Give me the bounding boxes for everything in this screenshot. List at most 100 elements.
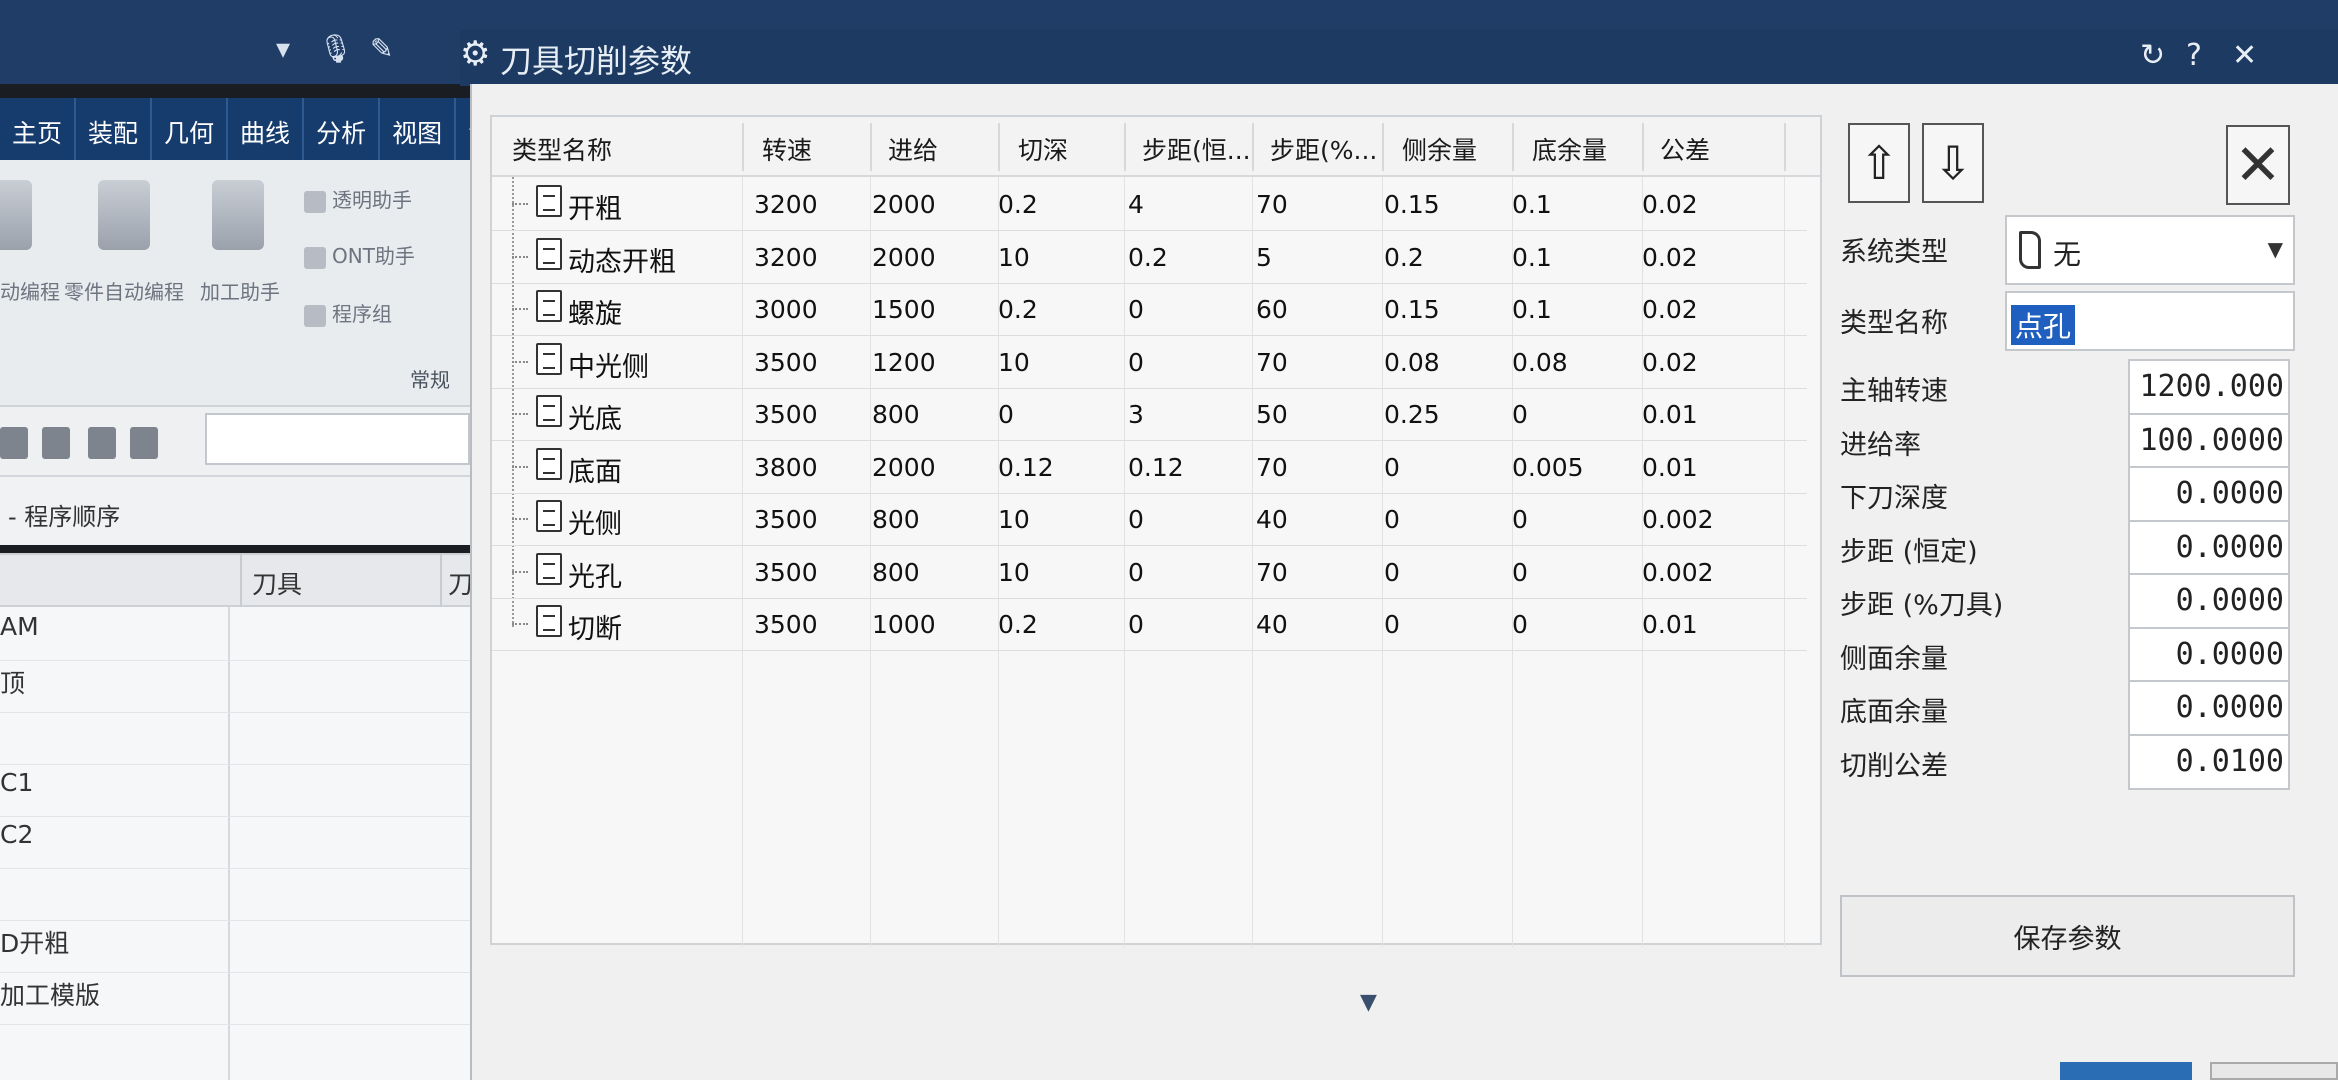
navigator-row[interactable]: C1 bbox=[0, 768, 33, 797]
cell-step-pct: 70 bbox=[1256, 452, 1288, 482]
help-icon[interactable]: ? bbox=[2186, 38, 2202, 73]
col-depth[interactable]: 切深 bbox=[1018, 131, 1068, 167]
table-row[interactable]: 光侧 3500 800 10 0 40 0 0 0.002 bbox=[492, 494, 1807, 546]
dropdown-icon[interactable]: ▾ bbox=[276, 32, 290, 65]
navigator-row[interactable]: 顶 bbox=[0, 664, 25, 700]
cell-depth: 10 bbox=[998, 505, 1030, 534]
field-input[interactable]: 0.0000 bbox=[2128, 519, 2290, 576]
field-input[interactable]: 0.0000 bbox=[2128, 680, 2290, 736]
field-input[interactable]: 0.0000 bbox=[2128, 573, 2290, 629]
cell-speed: 3500 bbox=[754, 557, 818, 587]
machining-helper-button[interactable]: 加工助手 bbox=[200, 276, 280, 305]
program-group-button[interactable]: 程序组 bbox=[304, 298, 392, 327]
navigator-row[interactable]: C2 bbox=[0, 820, 33, 849]
auto-program-button[interactable]: 动编程 bbox=[0, 276, 60, 305]
field-input[interactable]: 0.0000 bbox=[2128, 626, 2290, 683]
col-step-pct[interactable]: 步距(%... bbox=[1270, 131, 1377, 167]
divider bbox=[1124, 123, 1126, 171]
field-input[interactable]: 1200.000 bbox=[2128, 359, 2290, 415]
col-bottom-stock[interactable]: 底余量 bbox=[1532, 131, 1607, 167]
divider bbox=[1784, 123, 1786, 171]
cell-bottom-stock: 0.1 bbox=[1512, 190, 1552, 219]
col-tolerance[interactable]: 公差 bbox=[1660, 131, 1710, 167]
table-row[interactable]: 螺旋 3000 1500 0.2 0 60 0.15 0.1 0.02 bbox=[492, 284, 1807, 336]
ribbon-tabs: 主页 装配 几何 曲线 分析 视图 渲染 bbox=[0, 98, 533, 160]
table-row[interactable]: 动态开粗 3200 2000 10 0.2 5 0.2 0.1 0.02 bbox=[492, 232, 1807, 284]
field-input[interactable]: 100.0000 bbox=[2128, 412, 2290, 469]
field-label: 切削公差 bbox=[1840, 750, 1948, 782]
cell-speed: 3500 bbox=[754, 610, 818, 639]
reset-icon[interactable]: ↻ bbox=[2140, 38, 2165, 73]
table-row[interactable]: 底面 3800 2000 0.12 0.12 70 0 0.005 0.01 bbox=[492, 442, 1807, 494]
view-icon-1[interactable] bbox=[0, 427, 28, 459]
microphone-icon[interactable]: 🎙 bbox=[318, 32, 354, 65]
divider bbox=[0, 920, 470, 921]
field-input[interactable]: 0.0100 bbox=[2128, 733, 2290, 790]
tab-curve[interactable]: 曲线 bbox=[228, 98, 305, 160]
tab-assembly[interactable]: 装配 bbox=[76, 98, 153, 160]
cell-step-const: 0 bbox=[1128, 505, 1144, 534]
tab-home[interactable]: 主页 bbox=[0, 98, 77, 160]
move-up-button[interactable]: ⇧ bbox=[1848, 123, 1910, 203]
view-icon-4[interactable] bbox=[130, 427, 158, 459]
cell-step-pct: 50 bbox=[1256, 400, 1288, 429]
cell-bottom-stock: 0 bbox=[1512, 400, 1528, 429]
cell-tolerance: 0.002 bbox=[1642, 505, 1714, 534]
cancel-button[interactable] bbox=[2210, 1062, 2338, 1080]
table-header: 类型名称 转速 进给 切深 步距(恒... 步距(%... 侧余量 底余量 公差 bbox=[492, 117, 1820, 177]
view-icon-3[interactable] bbox=[88, 427, 116, 459]
part-auto-program-button[interactable]: 零件自动编程 bbox=[64, 276, 184, 305]
transparency-helper-button[interactable]: 透明助手 bbox=[304, 184, 412, 213]
scroll-down-icon[interactable]: ▼ bbox=[1360, 990, 1377, 1015]
col-speed[interactable]: 转速 bbox=[762, 131, 812, 167]
divider bbox=[0, 972, 470, 973]
save-params-button[interactable]: 保存参数 bbox=[1840, 895, 2295, 977]
ont-helper-button[interactable]: ONT助手 bbox=[304, 240, 415, 269]
move-down-button[interactable]: ⇩ bbox=[1922, 123, 1984, 203]
document-icon bbox=[536, 447, 562, 480]
cell-feed: 800 bbox=[872, 557, 920, 587]
type-name-input[interactable]: 点孔 bbox=[2005, 291, 2295, 351]
tab-geometry[interactable]: 几何 bbox=[152, 98, 229, 160]
field-input[interactable]: 0.0000 bbox=[2128, 466, 2290, 522]
cell-speed: 3800 bbox=[754, 452, 818, 482]
navigator-row[interactable]: 加工模版 bbox=[0, 976, 100, 1012]
close-icon[interactable]: ✕ bbox=[2232, 38, 2257, 73]
cell-tolerance: 0.01 bbox=[1642, 400, 1698, 429]
cell-tolerance: 0.01 bbox=[1642, 452, 1698, 482]
system-type-label: 系统类型 bbox=[1840, 237, 1948, 268]
field-label: 进给率 bbox=[1840, 429, 1921, 461]
cell-speed: 3200 bbox=[754, 242, 818, 272]
program-group-icon bbox=[304, 304, 326, 327]
ok-button[interactable] bbox=[2060, 1062, 2192, 1080]
cell-step-pct: 5 bbox=[1256, 242, 1272, 272]
table-row[interactable]: 切断 3500 1000 0.2 0 40 0 0 0.01 bbox=[492, 599, 1807, 651]
parameter-table: 类型名称 转速 进给 切深 步距(恒... 步距(%... 侧余量 底余量 公差 bbox=[490, 115, 1822, 947]
tab-analysis[interactable]: 分析 bbox=[304, 98, 381, 160]
tab-view[interactable]: 视图 bbox=[380, 98, 457, 160]
navigator-row[interactable]: AM bbox=[0, 612, 39, 641]
pin-icon[interactable]: ✎ bbox=[370, 32, 393, 65]
col-feed[interactable]: 进给 bbox=[888, 131, 938, 167]
col-tool[interactable]: 刀具 bbox=[252, 565, 302, 601]
field-label: 主轴转速 bbox=[1840, 376, 1948, 407]
col-type-name[interactable]: 类型名称 bbox=[512, 131, 612, 167]
table-row[interactable]: 光孔 3500 800 10 0 70 0 0 0.002 bbox=[492, 547, 1807, 599]
cell-bottom-stock: 0.08 bbox=[1512, 347, 1568, 377]
table-row[interactable]: 开粗 3200 2000 0.2 4 70 0.15 0.1 0.02 bbox=[492, 179, 1807, 231]
navigator-filter-input[interactable] bbox=[205, 413, 470, 465]
table-row[interactable]: 中光侧 3500 1200 10 0 70 0.08 0.08 0.02 bbox=[492, 337, 1807, 389]
cell-side-stock: 0.15 bbox=[1384, 295, 1440, 324]
cell-side-stock: 0.2 bbox=[1384, 242, 1424, 272]
cell-type-name: 中光侧 bbox=[568, 351, 649, 383]
col-side-stock[interactable]: 侧余量 bbox=[1402, 131, 1477, 167]
ribbon-group-label: 常规 bbox=[410, 368, 450, 392]
system-type-select[interactable]: 无 ▼ bbox=[2005, 215, 2295, 285]
table-row[interactable]: 光底 3500 800 0 3 50 0.25 0 0.01 bbox=[492, 389, 1807, 441]
dialog-title: 刀具切削参数 bbox=[500, 42, 693, 80]
view-icon-2[interactable] bbox=[42, 427, 70, 459]
delete-button[interactable]: ✕ bbox=[2226, 125, 2290, 205]
dialog-title-bar[interactable]: ⚙ 刀具切削参数 ↻ ? ✕ bbox=[460, 30, 2338, 86]
navigator-row[interactable]: D开粗 bbox=[0, 924, 69, 960]
col-step-const[interactable]: 步距(恒... bbox=[1142, 131, 1251, 167]
